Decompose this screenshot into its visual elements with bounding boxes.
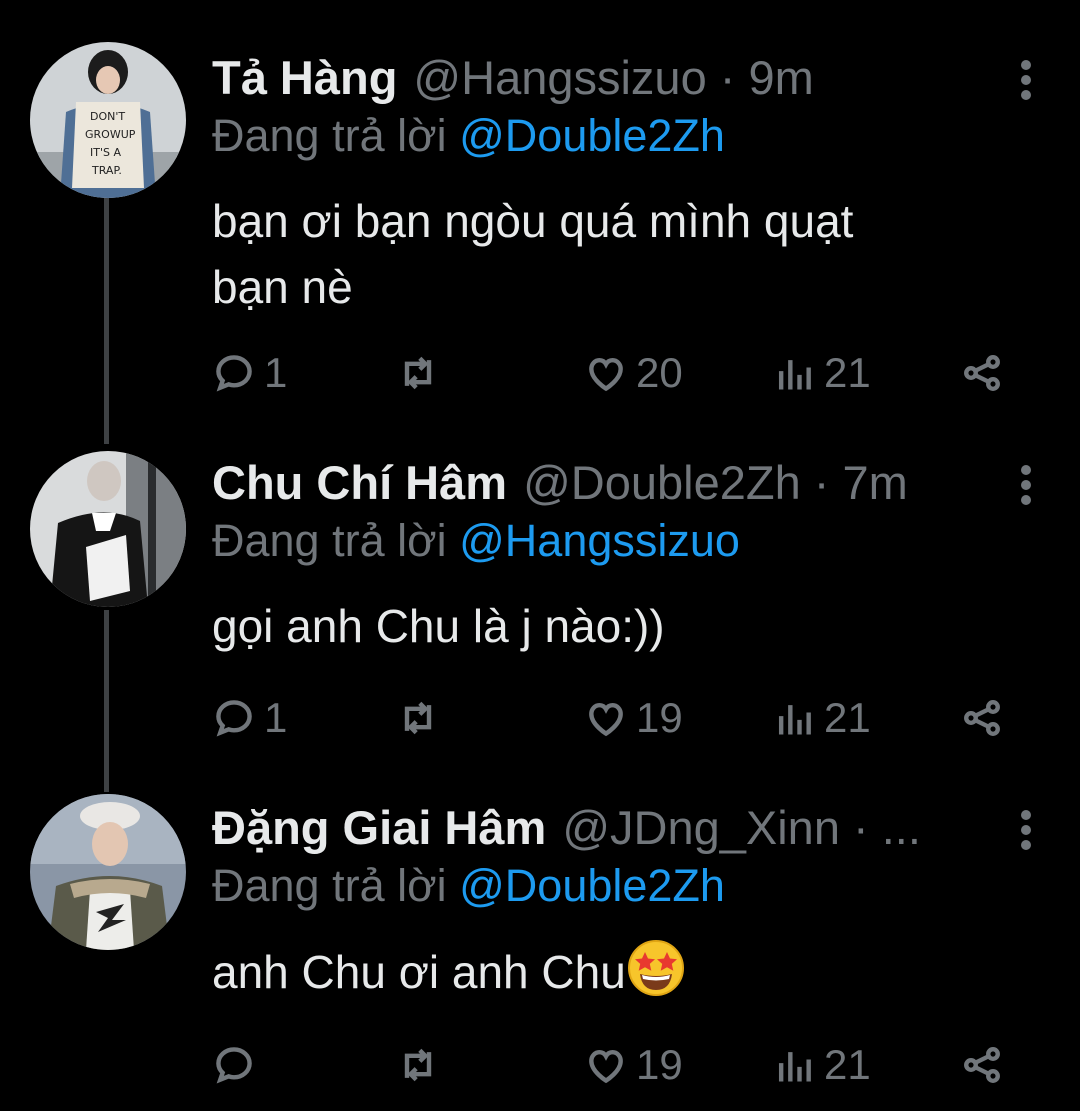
share-button[interactable]: [960, 1040, 1004, 1090]
tweet-actions: 1 20 21: [212, 348, 1012, 398]
replying-mention[interactable]: @Double2Zh: [459, 110, 725, 161]
replying-to: Đang trả lời @Hangssizuo: [212, 515, 740, 567]
tweet-header: Chu Chí Hâm @Double2Zh · 7m: [212, 455, 908, 515]
tweet-header: Tả Hàng @Hangssizuo · 9m: [212, 50, 814, 110]
retweet-button[interactable]: [396, 348, 448, 398]
reply-icon: [216, 1047, 252, 1084]
share-icon: [964, 1047, 1000, 1083]
reply-button[interactable]: 1: [212, 348, 287, 398]
like-count: 19: [636, 694, 683, 741]
tweet-3[interactable]: Đặng Giai Hâm @JDng_Xinn · ... Đang trả …: [0, 794, 1080, 1100]
tweet-text-line: gọi anh Chu là j nào:)): [212, 600, 665, 652]
views-count: 21: [824, 694, 871, 741]
tweet-actions: 19 21: [212, 1040, 1012, 1090]
handle-time[interactable]: @JDng_Xinn · ...: [562, 800, 921, 855]
avatar-chu-chi-ham[interactable]: [30, 451, 186, 607]
tweet-1[interactable]: DON'T GROWUP IT'S A TRAP. Tả Hàng @Hangs…: [0, 42, 1080, 400]
more-icon[interactable]: [1016, 810, 1036, 854]
retweet-button[interactable]: [396, 693, 448, 743]
reply-button[interactable]: [212, 1040, 264, 1090]
avatar-dang-giai-ham[interactable]: [30, 794, 186, 950]
display-name[interactable]: Tả Hàng: [212, 50, 397, 105]
tweet-2[interactable]: Chu Chí Hâm @Double2Zh · 7m Đang trả lời…: [0, 451, 1080, 755]
like-count: 19: [636, 1041, 683, 1088]
share-button[interactable]: [960, 348, 1004, 398]
replying-prefix: Đang trả lời: [212, 860, 447, 911]
share-icon: [964, 355, 1000, 391]
tweet-header: Đặng Giai Hâm @JDng_Xinn · ...: [212, 800, 921, 860]
views-icon: [778, 1052, 811, 1082]
views-icon: [778, 360, 811, 390]
like-icon: [589, 1049, 623, 1084]
avatar-text-4: TRAP.: [91, 164, 122, 177]
retweet-icon: [404, 356, 432, 390]
views-count: 21: [824, 1041, 871, 1088]
like-button[interactable]: 20: [584, 348, 683, 398]
tweet-text: gọi anh Chu là j nào:)): [212, 593, 665, 659]
display-name[interactable]: Chu Chí Hâm: [212, 455, 507, 510]
tweet-text: bạn ơi bạn ngòu quá mình quạt bạn nè: [212, 188, 853, 320]
share-button[interactable]: [960, 693, 1004, 743]
avatar-text-3: IT'S A: [90, 146, 121, 159]
retweet-icon: [404, 1048, 432, 1082]
replying-to: Đang trả lời @Double2Zh: [212, 860, 725, 912]
star-struck-emoji: [627, 940, 684, 996]
tweet-text: anh Chu ơi anh Chu: [212, 938, 686, 1005]
share-icon: [964, 700, 1000, 736]
tweet-text-line: bạn ơi bạn ngòu quá mình quạt: [212, 195, 854, 247]
tweet-text-line: anh Chu ơi anh Chu: [212, 946, 626, 998]
tweet-actions: 1 19 21: [212, 693, 1012, 743]
like-icon: [589, 702, 623, 737]
replying-mention[interactable]: @Double2Zh: [459, 860, 725, 911]
like-count: 20: [636, 349, 683, 396]
more-icon[interactable]: [1016, 465, 1036, 509]
replying-to: Đang trả lời @Double2Zh: [212, 110, 725, 162]
more-icon[interactable]: [1016, 60, 1036, 104]
reply-icon: [216, 700, 252, 737]
replying-mention[interactable]: @Hangssizuo: [459, 515, 740, 566]
reply-count: 1: [264, 349, 288, 396]
replying-prefix: Đang trả lời: [212, 515, 447, 566]
handle-time[interactable]: @Double2Zh · 7m: [523, 455, 908, 510]
retweet-button[interactable]: [396, 1040, 448, 1090]
views-button[interactable]: 21: [772, 693, 871, 743]
views-button[interactable]: 21: [772, 348, 871, 398]
views-icon: [778, 705, 811, 735]
retweet-icon: [404, 701, 432, 735]
reply-icon: [216, 355, 252, 392]
views-count: 21: [824, 349, 871, 396]
reply-count: 1: [264, 694, 288, 741]
like-button[interactable]: 19: [584, 1040, 683, 1090]
handle-time[interactable]: @Hangssizuo · 9m: [413, 50, 813, 105]
avatar-text-1: DON'T: [90, 110, 125, 123]
like-button[interactable]: 19: [584, 693, 683, 743]
display-name[interactable]: Đặng Giai Hâm: [212, 800, 546, 855]
like-icon: [589, 357, 623, 392]
avatar-ta-hang[interactable]: DON'T GROWUP IT'S A TRAP.: [30, 42, 186, 198]
tweet-text-line: bạn nè: [212, 261, 353, 313]
avatar-text-2: GROWUP: [85, 128, 136, 141]
replying-prefix: Đang trả lời: [212, 110, 447, 161]
reply-button[interactable]: 1: [212, 693, 287, 743]
views-button[interactable]: 21: [772, 1040, 871, 1090]
